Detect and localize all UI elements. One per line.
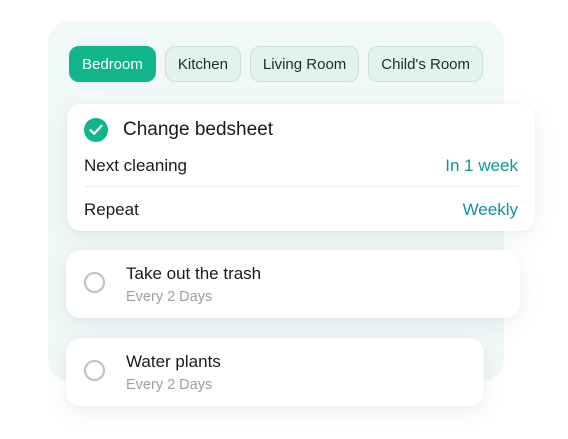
empty-circle-icon[interactable] — [84, 272, 105, 293]
task-frequency: Every 2 Days — [126, 377, 213, 393]
task-card-take-out-trash[interactable]: Take out the trash Every 2 Days — [66, 250, 520, 318]
repeat-value[interactable]: Weekly — [463, 200, 518, 220]
checkmark-icon — [89, 124, 103, 135]
room-tabs: Bedroom Kitchen Living Room Child's Room — [69, 46, 484, 82]
tab-childs-room[interactable]: Child's Room — [368, 46, 484, 82]
empty-circle-icon[interactable] — [84, 360, 105, 381]
task-title: Change bedsheet — [123, 119, 274, 140]
next-cleaning-label: Next cleaning — [84, 156, 188, 175]
app-screen: Bedroom Kitchen Living Room Child's Room… — [0, 0, 568, 439]
check-circle-icon[interactable] — [84, 118, 108, 142]
task-title: Water plants — [126, 352, 221, 371]
tab-living-room[interactable]: Living Room — [249, 46, 360, 82]
repeat-label: Repeat — [84, 200, 139, 219]
task-frequency: Every 2 Days — [126, 289, 213, 305]
task-card-change-bedsheet[interactable]: Change bedsheet Next cleaning In 1 week … — [67, 104, 535, 231]
task-title: Take out the trash — [126, 264, 262, 283]
tab-kitchen[interactable]: Kitchen — [164, 46, 241, 82]
task-card-water-plants[interactable]: Water plants Every 2 Days — [66, 338, 484, 406]
row-divider — [84, 186, 518, 187]
next-cleaning-value[interactable]: In 1 week — [445, 156, 518, 176]
tab-bedroom[interactable]: Bedroom — [69, 46, 156, 82]
